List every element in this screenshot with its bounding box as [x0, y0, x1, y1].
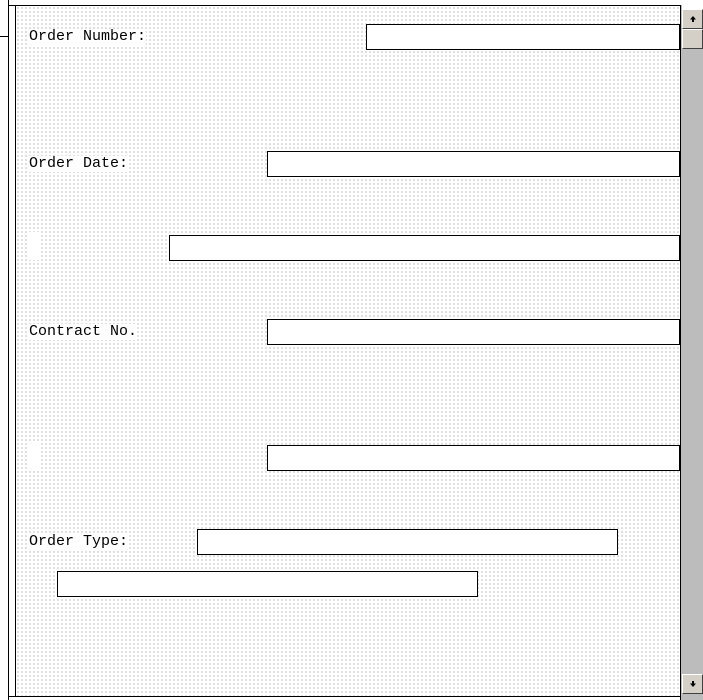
arrow-down-icon — [689, 681, 696, 687]
hidden-label-placeholder — [27, 232, 40, 260]
splitter-tick — [0, 36, 8, 37]
arrow-up-icon — [689, 16, 696, 22]
scroll-up-button[interactable] — [682, 9, 703, 29]
hidden-label-placeholder — [27, 442, 40, 470]
contract-no-field[interactable] — [267, 319, 680, 345]
scroll-down-button[interactable] — [682, 674, 703, 694]
form-window: Order Number: Order Date: Contract No. O… — [0, 0, 703, 700]
window-left-border — [8, 0, 9, 700]
order-type-extra-field[interactable] — [57, 571, 478, 597]
order-date-label: Order Date: — [29, 155, 129, 172]
vertical-scrollbar[interactable] — [680, 5, 703, 700]
contract-extra-field[interactable] — [267, 445, 680, 471]
order-type-field[interactable] — [197, 529, 618, 555]
order-number-label: Order Number: — [29, 28, 147, 45]
order-number-field[interactable] — [366, 24, 680, 50]
contract-no-label: Contract No. — [29, 323, 138, 340]
order-date-extra-field[interactable] — [169, 235, 680, 261]
order-date-field[interactable] — [267, 151, 680, 177]
scroll-thumb[interactable] — [682, 29, 703, 49]
window-left-margin — [0, 0, 7, 700]
canvas-bottom-border — [8, 696, 680, 697]
order-type-label: Order Type: — [29, 533, 129, 550]
